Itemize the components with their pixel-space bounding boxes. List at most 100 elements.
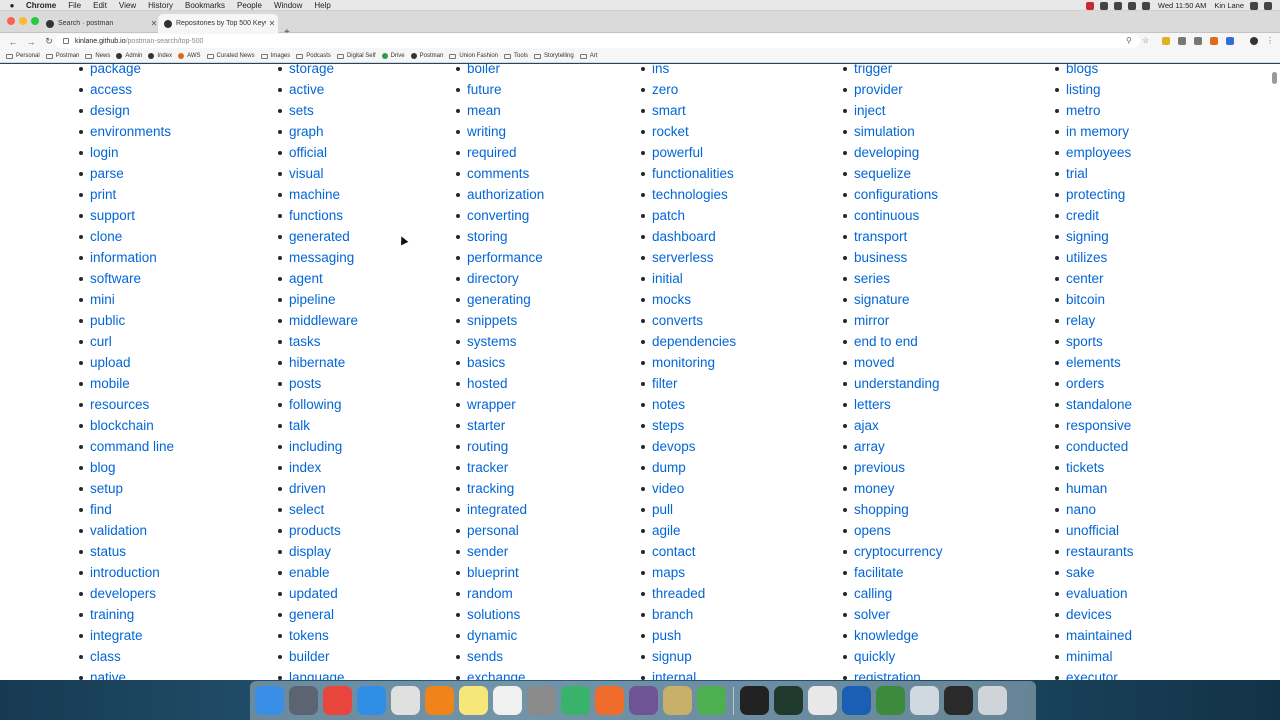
keyword-link[interactable]: understanding — [843, 373, 943, 394]
keyword-link[interactable]: systems — [455, 331, 544, 352]
textedit-icon[interactable] — [493, 686, 522, 715]
keyword-link[interactable]: routing — [455, 436, 544, 457]
keyword-link[interactable]: information — [78, 247, 174, 268]
keyword-link[interactable]: threaded — [640, 583, 736, 604]
keyword-link[interactable]: writing — [455, 121, 544, 142]
keyword-link[interactable]: exchange — [455, 667, 544, 680]
keyword-link[interactable]: general — [277, 604, 358, 625]
keyword-link[interactable]: active — [277, 79, 358, 100]
address-bar[interactable]: kinlane.github.io /postman-search/top-50… — [55, 34, 1140, 48]
database-icon[interactable] — [663, 686, 692, 715]
menu-people[interactable]: People — [237, 0, 262, 11]
keyword-link[interactable]: resources — [78, 394, 174, 415]
keyword-link[interactable]: native — [78, 667, 174, 680]
keyword-link[interactable]: enable — [277, 562, 358, 583]
keyword-link[interactable]: smart — [640, 100, 736, 121]
keyword-link[interactable]: dump — [640, 457, 736, 478]
menu-kebab-icon[interactable]: ⋮ — [1266, 36, 1274, 45]
keyword-link[interactable]: middleware — [277, 310, 358, 331]
bookmark-postman-2[interactable]: Postman — [410, 53, 443, 59]
keyword-link[interactable]: center — [1055, 268, 1134, 289]
keyword-link[interactable]: official — [277, 142, 358, 163]
keyword-link[interactable]: hibernate — [277, 352, 358, 373]
keyword-link[interactable]: package — [78, 64, 174, 79]
keyword-link[interactable]: utilizes — [1055, 247, 1134, 268]
keyword-link[interactable]: parse — [78, 163, 174, 184]
keyword-link[interactable]: setup — [78, 478, 174, 499]
keyword-link[interactable]: mini — [78, 289, 174, 310]
keyword-link[interactable]: shopping — [843, 499, 943, 520]
keyword-link[interactable]: elements — [1055, 352, 1134, 373]
back-icon[interactable]: ← — [8, 37, 18, 47]
bookmark-index[interactable]: Index — [148, 53, 172, 59]
keyword-link[interactable]: blogs — [1055, 64, 1134, 79]
keyword-link[interactable]: required — [455, 142, 544, 163]
keyword-link[interactable]: technologies — [640, 184, 736, 205]
globe-icon[interactable] — [561, 686, 590, 715]
preview-icon[interactable] — [910, 686, 939, 715]
keyword-link[interactable]: series — [843, 268, 943, 289]
keyword-link[interactable]: visual — [277, 163, 358, 184]
system-preferences-icon[interactable] — [527, 686, 556, 715]
keyword-link[interactable]: environments — [78, 121, 174, 142]
keyword-link[interactable]: sends — [455, 646, 544, 667]
keyword-link[interactable]: tracker — [455, 457, 544, 478]
camera-icon[interactable] — [1099, 1, 1108, 10]
extension-icon[interactable] — [1178, 37, 1186, 45]
keyword-link[interactable]: notes — [640, 394, 736, 415]
bookmark-storytelling[interactable]: Storytelling — [534, 53, 574, 59]
keyword-link[interactable]: steps — [640, 415, 736, 436]
keyword-link[interactable]: upload — [78, 352, 174, 373]
keyword-link[interactable]: find — [78, 499, 174, 520]
keyword-link[interactable]: developers — [78, 583, 174, 604]
keyword-link[interactable]: sports — [1055, 331, 1134, 352]
keyword-link[interactable]: clone — [78, 226, 174, 247]
keyword-link[interactable]: driven — [277, 478, 358, 499]
keyword-link[interactable]: dynamic — [455, 625, 544, 646]
keyword-link[interactable]: serverless — [640, 247, 736, 268]
keyword-link[interactable]: ajax — [843, 415, 943, 436]
keyword-link[interactable]: graph — [277, 121, 358, 142]
fullscreen-window-button[interactable] — [31, 17, 39, 25]
spreadsheet-icon[interactable] — [876, 686, 905, 715]
keyword-link[interactable]: sake — [1055, 562, 1134, 583]
keyword-link[interactable]: signup — [640, 646, 736, 667]
keyword-link[interactable]: trigger — [843, 64, 943, 79]
zoom-icon[interactable]: ⚲ — [1126, 36, 1132, 45]
menu-bookmarks[interactable]: Bookmarks — [185, 0, 225, 11]
keyword-link[interactable]: protecting — [1055, 184, 1134, 205]
menu-file[interactable]: File — [68, 0, 81, 11]
keyword-link[interactable]: initial — [640, 268, 736, 289]
keyword-link[interactable]: storage — [277, 64, 358, 79]
keyword-link[interactable]: command line — [78, 436, 174, 457]
keyword-link[interactable]: listing — [1055, 79, 1134, 100]
keyword-link[interactable]: display — [277, 541, 358, 562]
keyword-link[interactable]: tokens — [277, 625, 358, 646]
record-icon[interactable] — [1085, 1, 1094, 10]
keyword-link[interactable]: directory — [455, 268, 544, 289]
keyword-link[interactable]: support — [78, 205, 174, 226]
keyword-link[interactable]: powerful — [640, 142, 736, 163]
keyword-link[interactable]: rocket — [640, 121, 736, 142]
keyword-link[interactable]: sets — [277, 100, 358, 121]
keyword-link[interactable]: developing — [843, 142, 943, 163]
keyword-link[interactable]: responsive — [1055, 415, 1134, 436]
keyword-link[interactable]: solver — [843, 604, 943, 625]
keyword-link[interactable]: agent — [277, 268, 358, 289]
spotlight-icon[interactable] — [1250, 1, 1258, 10]
keyword-link[interactable]: software — [78, 268, 174, 289]
keyword-link[interactable]: generating — [455, 289, 544, 310]
keyword-link[interactable]: functions — [277, 205, 358, 226]
keyword-link[interactable]: future — [455, 79, 544, 100]
menu-app-chrome[interactable]: Chrome — [26, 0, 56, 11]
keyword-link[interactable]: internal — [640, 667, 736, 680]
keyword-link[interactable]: configurations — [843, 184, 943, 205]
keyword-link[interactable]: updated — [277, 583, 358, 604]
keyword-link[interactable]: personal — [455, 520, 544, 541]
wifi-icon[interactable] — [1127, 1, 1136, 10]
bookmark-admin[interactable]: Admin — [116, 53, 142, 59]
keyword-link[interactable]: builder — [277, 646, 358, 667]
user-name[interactable]: Kin Lane — [1214, 0, 1244, 11]
keyword-link[interactable]: tasks — [277, 331, 358, 352]
1password-icon[interactable] — [842, 686, 871, 715]
